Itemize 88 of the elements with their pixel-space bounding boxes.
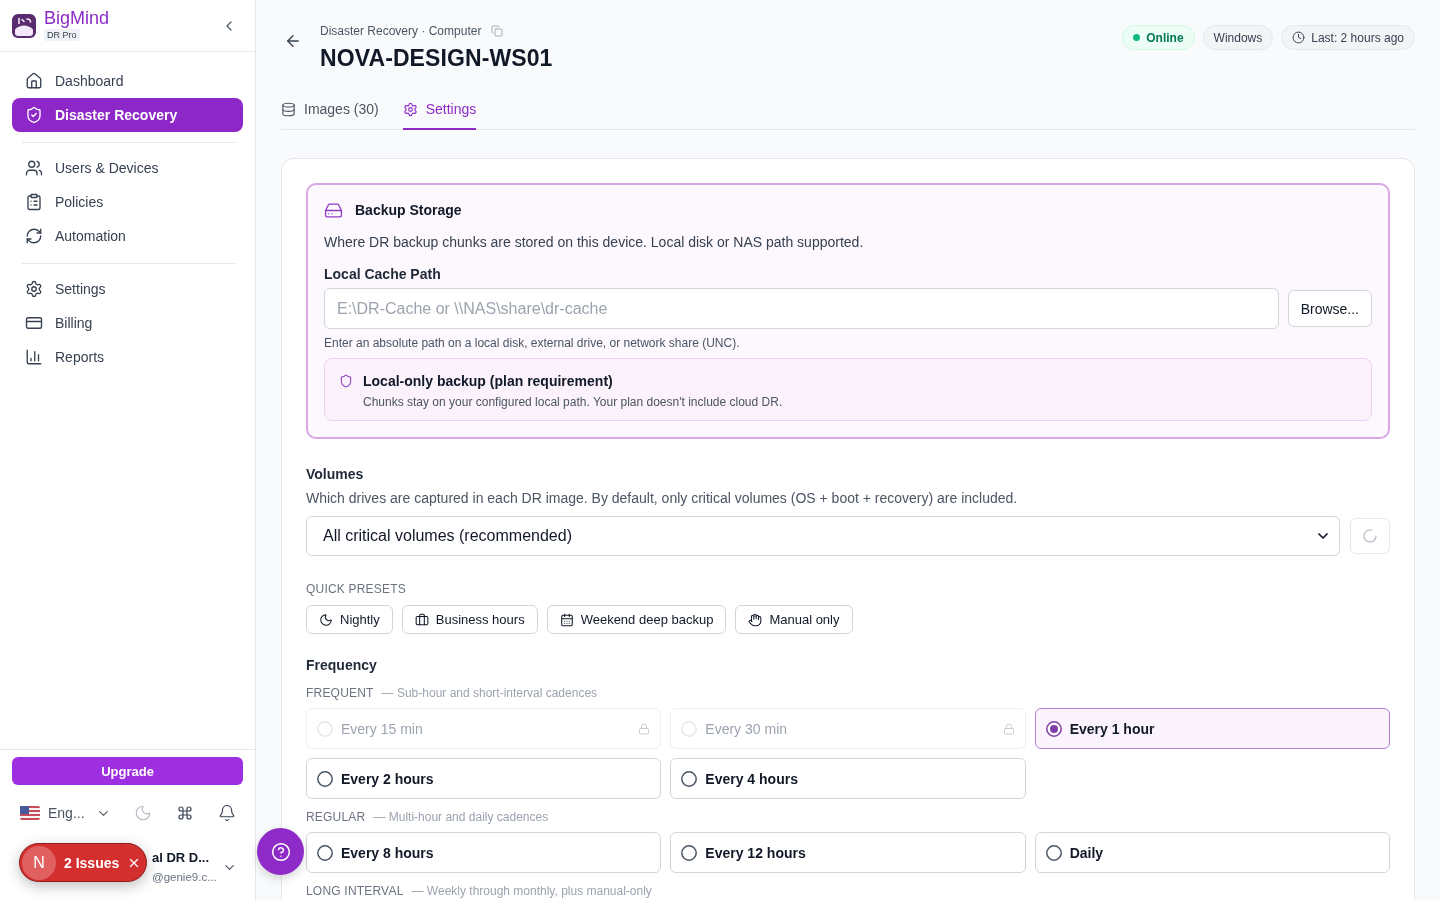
group-description: — Weekly through monthly, plus manual-only — [411, 884, 652, 898]
shield-icon — [339, 374, 353, 388]
preset-button[interactable]: Business hours — [401, 605, 538, 634]
group-name: REGULAR — [306, 810, 366, 824]
clock-icon — [1292, 31, 1306, 44]
bell-icon — [218, 804, 236, 822]
section-description: Which drives are captured in each DR image. By default, only critical volumes (OS + boot + recovery) are included. — [306, 489, 1019, 508]
frequency-option[interactable]: Daily — [1034, 832, 1390, 873]
frequency-option[interactable]: Every 2 hours — [306, 758, 662, 799]
presets-heading: QUICK PRESETS — [306, 581, 407, 597]
moon-icon — [319, 612, 333, 627]
hard-drive-icon — [324, 200, 343, 220]
credit-card-icon — [25, 314, 43, 332]
status-pill: Online — [1122, 25, 1195, 50]
group-name: FREQUENT — [306, 686, 374, 700]
platform-pill: Windows — [1202, 25, 1274, 50]
moon-icon — [134, 804, 152, 822]
issues-button[interactable]: 2 Issues — [64, 854, 120, 871]
nav-item[interactable]: Reports — [12, 340, 243, 374]
brand-name: BigMind — [44, 8, 110, 29]
radio-icon — [1045, 844, 1062, 861]
clipboard-icon — [25, 193, 43, 211]
group-description: — Multi-hour and daily cadences — [373, 810, 549, 824]
section-description: Where DR backup chunks are stored on this device. Local disk or NAS path supported. — [324, 233, 865, 252]
upgrade-button[interactable]: Upgrade — [12, 757, 243, 785]
nav-item[interactable]: Dashboard — [12, 64, 243, 98]
last-seen-pill: Last: 2 hours ago — [1281, 25, 1415, 50]
user-email: @genie9.c... — [152, 869, 217, 885]
database-icon — [281, 101, 296, 117]
preset-button[interactable]: Weekend deep backup — [546, 605, 727, 634]
lock-icon — [1002, 722, 1015, 735]
flag-icon — [20, 806, 40, 820]
preset-button[interactable]: Nightly — [306, 605, 393, 634]
briefcase-icon — [414, 612, 429, 627]
settings-icon — [402, 101, 418, 117]
group-name: LONG INTERVAL — [306, 884, 404, 898]
loader-icon — [1362, 528, 1378, 544]
tab[interactable]: Settings — [402, 90, 477, 130]
field-label: Local Cache Path — [324, 265, 442, 284]
nav-item[interactable]: Users & Devices — [12, 151, 243, 185]
group-description: — Sub-hour and short-interval cadences — [381, 686, 598, 700]
volumes-select[interactable]: All critical volumes (recommended) — [306, 516, 1340, 556]
help-icon — [270, 841, 291, 862]
breadcrumb: Disaster Recovery · Computer — [320, 23, 482, 39]
browse-button[interactable]: Browse... — [1287, 290, 1372, 327]
language-select[interactable]: Eng... — [20, 805, 111, 821]
field-hint: Enter an absolute path on a local disk, external drive, or network share (UNC). — [324, 335, 741, 351]
command-icon — [177, 805, 193, 821]
initial-badge: N — [22, 845, 56, 880]
lock-icon — [638, 722, 651, 735]
nav-item[interactable]: Policies — [12, 185, 243, 219]
frequency-option[interactable]: Every 4 hours — [670, 758, 1026, 799]
copy-icon — [491, 25, 504, 37]
frequency-option[interactable]: Every 8 hours — [306, 832, 662, 873]
bar-chart-icon — [25, 348, 43, 366]
frequency-option[interactable]: Every 12 hours — [670, 832, 1026, 873]
preset-button[interactable]: Manual only — [735, 605, 853, 634]
radio-icon — [681, 844, 698, 861]
radio-icon — [681, 720, 698, 737]
house-icon — [25, 72, 43, 90]
section-title: Backup Storage — [355, 201, 462, 220]
radio-icon — [317, 844, 333, 861]
nav-item[interactable]: Billing — [12, 306, 243, 340]
path-input[interactable]: E:\DR-Cache or \\NAS\share\dr-cache — [324, 288, 1279, 329]
radio-icon — [1045, 720, 1062, 737]
nav-item[interactable]: Automation — [12, 219, 243, 253]
logo-icon — [12, 13, 36, 38]
page-title: NOVA-DESIGN-WS01 — [320, 44, 553, 73]
users-icon — [25, 159, 43, 177]
nav-item[interactable]: Disaster Recovery — [12, 98, 243, 132]
notice-title: Local-only backup (plan requirement) — [363, 372, 614, 391]
refresh-icon — [25, 227, 43, 245]
status-dot-icon — [1133, 34, 1141, 41]
radio-icon — [317, 720, 333, 737]
tab[interactable]: Images (30) — [281, 90, 379, 130]
nav-item[interactable]: Settings — [12, 272, 243, 306]
settings-icon — [25, 280, 43, 298]
field-label: Volumes — [306, 465, 365, 484]
calendar-icon — [559, 612, 574, 627]
shield-check-icon — [25, 106, 43, 124]
field-label: Frequency — [306, 656, 378, 675]
user-name: al DR D... — [152, 849, 211, 866]
hand-icon — [748, 612, 763, 627]
notice-text: Chunks stay on your configured local path. Your plan doesn't include cloud DR. — [363, 394, 783, 410]
frequency-option[interactable]: Every 1 hour — [1034, 708, 1390, 749]
radio-icon — [317, 770, 333, 787]
plan-badge: DR Pro — [44, 29, 80, 41]
radio-icon — [681, 770, 698, 787]
